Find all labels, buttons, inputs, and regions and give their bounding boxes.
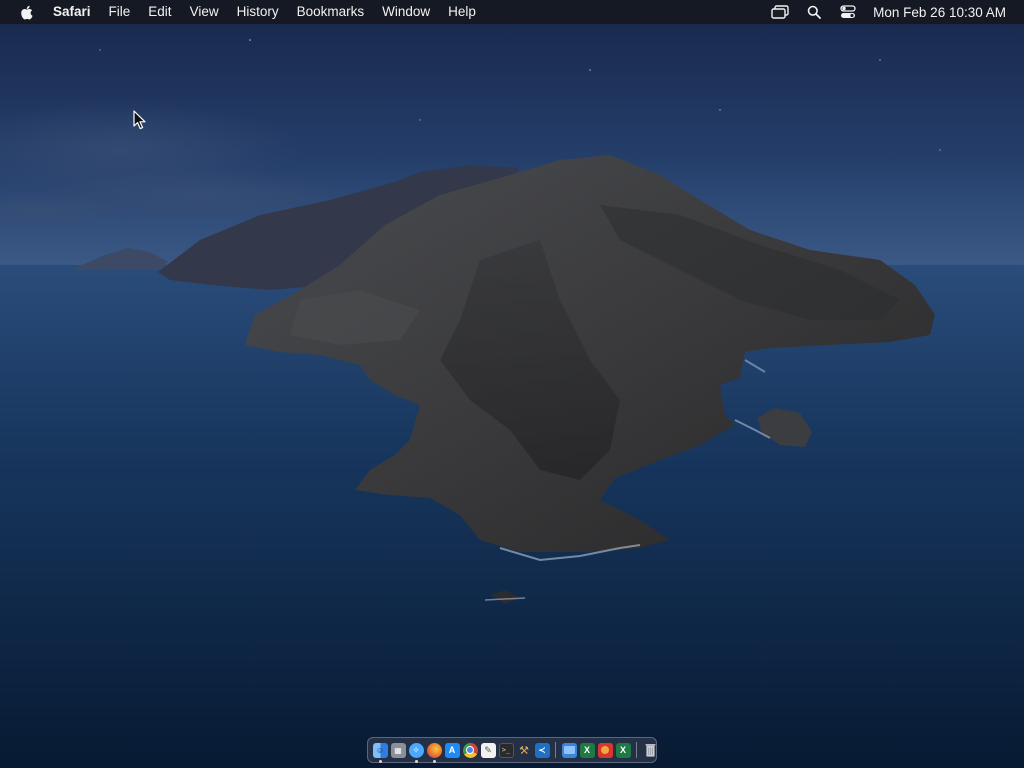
- control-center-icon: [840, 5, 856, 18]
- dock-app-safari[interactable]: ✧: [408, 742, 424, 763]
- catalina-island-wallpaper: [0, 0, 1024, 768]
- running-indicator: [432, 759, 436, 763]
- search-icon: [807, 5, 822, 19]
- textedit-icon: ✎: [484, 744, 492, 755]
- mouse-pointer-icon: [133, 110, 146, 130]
- folder-icon: [563, 746, 575, 754]
- menu-bar-clock[interactable]: Mon Feb 26 10:30 AM: [873, 5, 1006, 20]
- running-indicator: [414, 759, 418, 763]
- dock-app-app-store[interactable]: A: [444, 742, 460, 758]
- dock-app-textedit[interactable]: ✎: [480, 742, 496, 758]
- dock-app-instruments[interactable]: ⚒: [517, 743, 532, 758]
- app-store-icon: A: [448, 745, 456, 755]
- dock-app-firefox[interactable]: [426, 742, 442, 763]
- menu-history[interactable]: History: [228, 0, 288, 24]
- dock-app-chrome[interactable]: [462, 742, 478, 758]
- menu-edit[interactable]: Edit: [139, 0, 180, 24]
- terminal-icon: >_: [501, 746, 511, 754]
- menu-app-name[interactable]: Safari: [52, 0, 100, 24]
- dock: ☺ ▦ ✧ A ✎ >_ ⚒ ≺ X X: [367, 737, 657, 763]
- screen-mirroring-icon: [771, 5, 789, 19]
- control-center-button[interactable]: [836, 0, 860, 24]
- menu-bookmarks[interactable]: Bookmarks: [288, 0, 374, 24]
- menu-file[interactable]: File: [100, 0, 140, 24]
- chrome-icon: [466, 746, 474, 754]
- trash-icon: [645, 744, 655, 757]
- menu-window[interactable]: Window: [373, 0, 439, 24]
- finder-icon: ☺: [375, 745, 385, 755]
- dock-app-finder[interactable]: ☺: [372, 742, 388, 763]
- dock-app-launchpad[interactable]: ▦: [390, 742, 406, 758]
- photo-booth-icon: [601, 746, 609, 754]
- dock-app-terminal[interactable]: >_: [498, 742, 514, 758]
- running-indicator: [378, 759, 382, 763]
- dock-app-trash[interactable]: [643, 743, 658, 758]
- dock-app-excel-2[interactable]: X: [615, 742, 631, 758]
- spotlight-search-button[interactable]: [802, 0, 826, 24]
- dock-app-excel[interactable]: X: [579, 742, 595, 758]
- safari-icon: ✧: [412, 744, 420, 755]
- menu-bar-status-area: Mon Feb 26 10:30 AM: [763, 0, 1024, 24]
- menu-help[interactable]: Help: [439, 0, 485, 24]
- dock-app-folder[interactable]: [561, 742, 577, 758]
- dock-separator: [555, 742, 556, 758]
- vscode-icon: ≺: [538, 744, 546, 755]
- dock-separator: [636, 742, 637, 758]
- menu-bar: Safari File Edit View History Bookmarks …: [0, 0, 1024, 24]
- menu-view[interactable]: View: [181, 0, 228, 24]
- screen-mirroring-button[interactable]: [768, 0, 792, 24]
- dock-app-photo-booth[interactable]: [597, 742, 613, 758]
- desktop[interactable]: Safari File Edit View History Bookmarks …: [0, 0, 1024, 768]
- excel-icon: X: [583, 745, 590, 755]
- launchpad-icon: ▦: [394, 745, 402, 755]
- excel-icon: X: [619, 745, 626, 755]
- apple-logo-icon: [20, 5, 33, 20]
- hammer-icon: ⚒: [519, 744, 529, 757]
- apple-menu-button[interactable]: [0, 0, 52, 24]
- dock-app-vscode[interactable]: ≺: [534, 742, 550, 758]
